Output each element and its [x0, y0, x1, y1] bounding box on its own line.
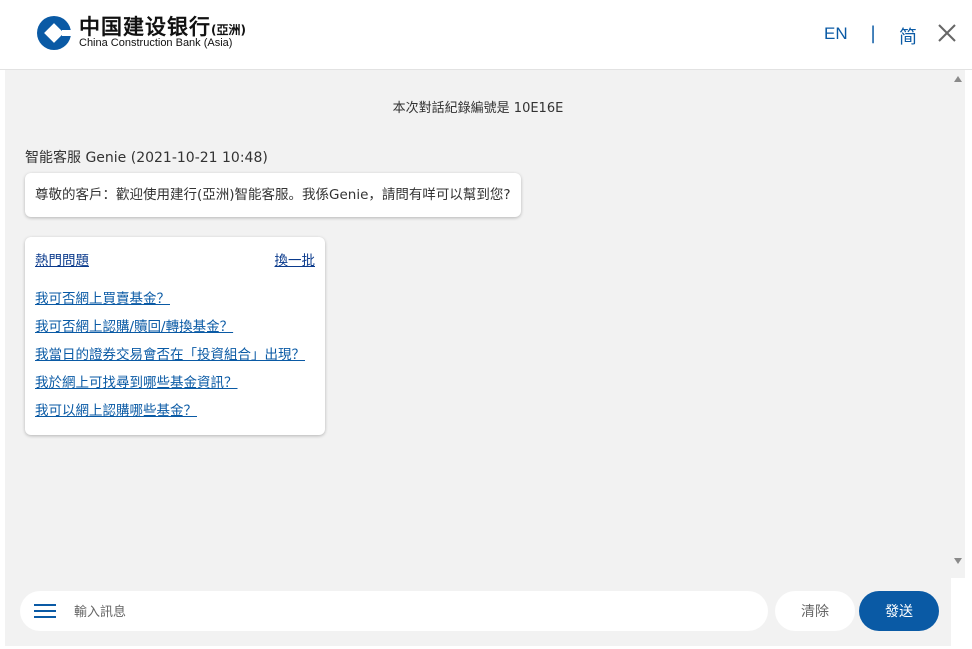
- session-id-text: 本次對話紀錄編號是 10E16E: [392, 101, 564, 116]
- scroll-down-arrow-icon[interactable]: [954, 558, 962, 564]
- language-english-link[interactable]: EN: [824, 24, 848, 44]
- chat-area: 本次對話紀錄編號是 10E16E 智能客服 Genie (2021-10-21 …: [5, 70, 951, 646]
- scroll-up-arrow-icon[interactable]: [954, 76, 962, 82]
- faq-list: 我可否網上買賣基金？ 我可否網上認購/贖回/轉換基金？ 我當日的證券交易會否在「…: [35, 290, 305, 430]
- chat-scrollbar[interactable]: [951, 70, 965, 578]
- greeting-message-bubble: 尊敬的客戶：歡迎使用建行(亞洲)智能客服。我係Genie，請問有咩可以幫到您?: [25, 173, 521, 217]
- header: 中国建设银行(亞洲) China Construction Bank (Asia…: [0, 0, 972, 70]
- send-button[interactable]: 發送: [859, 591, 939, 631]
- ccb-asia-logo: 中国建设银行(亞洲) China Construction Bank (Asia…: [36, 14, 276, 54]
- ccb-logo-icon: [37, 16, 72, 50]
- message-input-bar: [20, 591, 768, 631]
- close-icon[interactable]: [936, 22, 958, 44]
- hamburger-menu-icon[interactable]: [34, 604, 56, 618]
- logo-english-text: China Construction Bank (Asia): [79, 37, 233, 49]
- bot-name-timestamp: 智能客服 Genie (2021-10-21 10:48): [25, 150, 268, 166]
- language-simplified-chinese-link[interactable]: 简: [899, 23, 917, 49]
- clear-button[interactable]: 清除: [775, 591, 855, 631]
- language-separator: |: [870, 23, 877, 44]
- faq-title-link[interactable]: 熱門問題: [35, 249, 89, 269]
- faq-refresh-link[interactable]: 換一批: [275, 249, 316, 269]
- message-input[interactable]: [72, 596, 756, 628]
- faq-card: 熱門問題 換一批 我可否網上買賣基金？ 我可否網上認購/贖回/轉換基金？ 我當日…: [25, 237, 325, 435]
- faq-item[interactable]: 我當日的證券交易會否在「投資組合」出現？: [35, 346, 305, 374]
- faq-item[interactable]: 我可以網上認購哪些基金？: [35, 402, 305, 430]
- faq-item[interactable]: 我於網上可找尋到哪些基金資訊？: [35, 374, 305, 402]
- faq-item[interactable]: 我可否網上認購/贖回/轉換基金？: [35, 318, 305, 346]
- faq-item[interactable]: 我可否網上買賣基金？: [35, 290, 305, 318]
